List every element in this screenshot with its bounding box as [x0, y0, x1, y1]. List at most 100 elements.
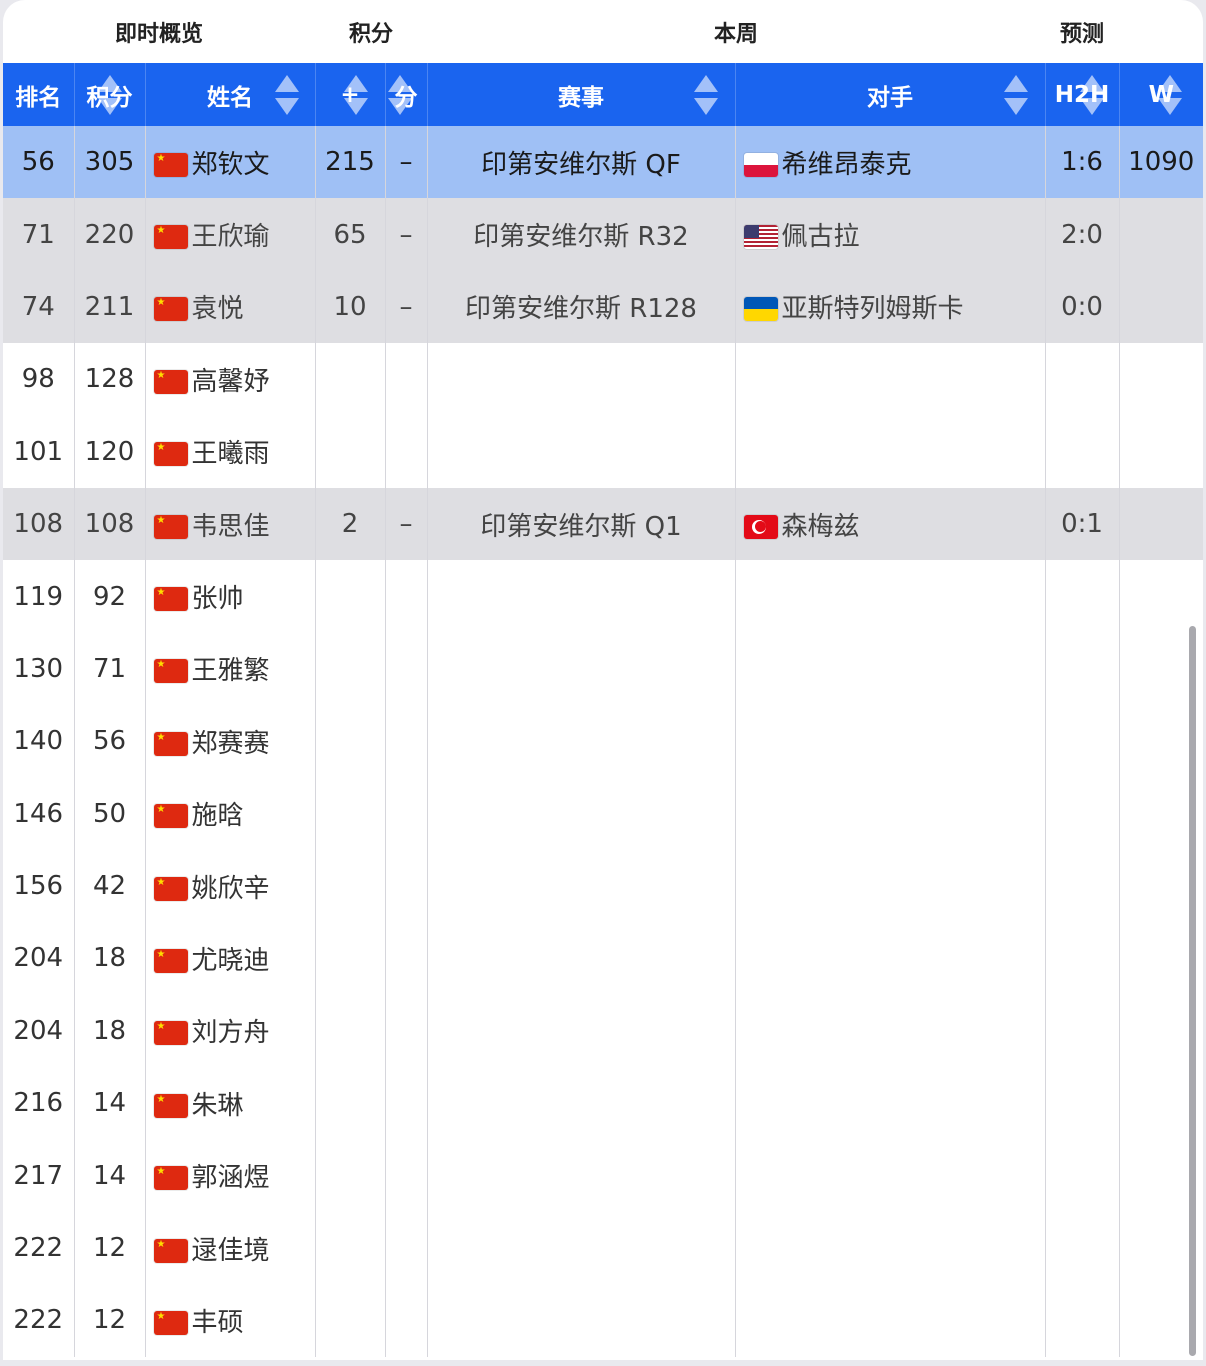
table-row[interactable]: 101 120 王曦雨 [3, 415, 1203, 488]
name-text: 姚欣辛 [191, 873, 270, 904]
cell-h2h [1045, 1211, 1120, 1285]
flag-cn-icon [153, 731, 188, 756]
points-text: 71 [92, 653, 127, 684]
column-label-rank: 排名 [15, 84, 62, 111]
name-text: 朱琳 [191, 1090, 244, 1121]
rank-text: 71 [21, 219, 55, 250]
event-text: 印第安维尔斯 R128 [465, 294, 697, 325]
cell-plus: 2 [315, 487, 386, 561]
name-text: 施晗 [191, 801, 244, 832]
table-row[interactable]: 140 56 郑赛赛 [3, 705, 1203, 778]
table-row[interactable]: 222 12 逯佳境 [3, 1211, 1203, 1285]
ranking-card: 即时概览 积分 本周 预测 排名 积分 姓名 + 分 赛事 对手 H2H W 5… [3, 0, 1203, 1360]
flag-cn-icon [153, 804, 188, 829]
rank-text: 217 [13, 1160, 64, 1191]
name-text: 逯佳境 [191, 1235, 270, 1266]
cell-plus: 65 [315, 198, 386, 271]
column-header-h2h[interactable]: H2H [1045, 63, 1120, 126]
table-row[interactable]: 98 128 高馨妤 [3, 343, 1203, 416]
column-header-fen[interactable]: 分 [385, 63, 428, 126]
cell-h2h [1045, 560, 1120, 633]
table-row[interactable]: 146 50 施晗 [3, 777, 1203, 850]
cell-dash: – [385, 126, 428, 199]
cell-dash [385, 1211, 428, 1285]
table-row[interactable]: 222 12 丰硕 [3, 1284, 1203, 1357]
column-header-rank[interactable]: 排名 [3, 63, 75, 126]
table-row[interactable]: 204 18 刘方舟 [3, 994, 1203, 1068]
cell-event: 印第安维尔斯 R32 [427, 198, 736, 271]
cell-points: 12 [74, 1284, 146, 1357]
cell-dash [385, 849, 428, 923]
table-row[interactable]: 56 305 郑钦文 215– 印第安维尔斯 QF 希维昂泰克 1:6 1090 [3, 126, 1203, 199]
cell-event [427, 1211, 736, 1285]
points-text: 14 [92, 1088, 127, 1119]
cell-name: 王曦雨 [145, 415, 316, 488]
rank-text: 130 [13, 653, 64, 684]
flag-cn-icon [153, 1238, 188, 1263]
cell-plus [315, 343, 386, 416]
table-row[interactable]: 204 18 尤晓迪 [3, 922, 1203, 995]
column-label-points: 积分 [86, 84, 133, 111]
cell-points: 305 [74, 126, 146, 199]
rank-text: 204 [13, 943, 64, 974]
cell-opponent [735, 922, 1046, 995]
cell-opponent [735, 1067, 1046, 1140]
cell-opponent: 亚斯特列姆斯卡 [735, 270, 1046, 344]
table-row[interactable]: 108 108 韦思佳 2 – 印第安维尔斯 Q1 森梅兹 0:1 [3, 487, 1203, 561]
cell-h2h: 1:6 [1045, 126, 1120, 199]
opponent-text: 亚斯特列姆斯卡 [781, 294, 964, 325]
cell-event [427, 1067, 736, 1140]
cell-opponent [735, 560, 1046, 633]
table-row[interactable]: 156 42 姚欣辛 [3, 849, 1203, 923]
cell-plus: 10 [315, 270, 386, 344]
sort-arrows-icon[interactable] [693, 73, 718, 117]
column-header-points[interactable]: 积分 [74, 63, 146, 126]
rank-text: 156 [13, 871, 64, 902]
opponent-text: 佩古拉 [781, 222, 860, 253]
cell-points: 50 [74, 777, 146, 850]
cell-rank: 119 [3, 560, 75, 633]
opponent-text: 希维昂泰克 [781, 149, 912, 180]
cell-h2h [1045, 705, 1120, 778]
name-text: 张帅 [191, 584, 244, 615]
cell-opponent: 佩古拉 [735, 198, 1046, 271]
table-row[interactable]: 216 14 朱琳 [3, 1067, 1203, 1140]
table-row[interactable]: 74 211 袁悦 10 – 印第安维尔斯 R128 亚斯特列姆斯卡 0:0 [3, 270, 1203, 344]
cell-w [1119, 270, 1203, 344]
vertical-scrollbar[interactable] [1189, 626, 1196, 1356]
column-header-name[interactable]: 姓名 [145, 63, 316, 126]
flag-cn-icon [153, 1093, 188, 1118]
opponent-text: 森梅兹 [781, 511, 860, 542]
h2h-text: 2:0 [1061, 219, 1103, 250]
cell-plus [315, 922, 386, 995]
sort-arrows-icon[interactable] [274, 73, 299, 117]
flag-cn-icon [153, 659, 188, 684]
cell-rank: 204 [3, 994, 75, 1068]
column-label-name: 姓名 [207, 84, 253, 111]
cell-points: 56 [74, 705, 146, 778]
cell-name: 尤晓迪 [145, 922, 316, 995]
dash-text: – [399, 509, 413, 540]
cell-h2h [1045, 849, 1120, 923]
cell-plus [315, 632, 386, 706]
column-header-w[interactable]: W [1119, 63, 1203, 126]
table-row[interactable]: 119 92 张帅 [3, 560, 1203, 633]
rank-text: 216 [13, 1088, 64, 1119]
cell-w [1119, 343, 1203, 415]
cell-dash [385, 1067, 428, 1140]
sort-arrows-icon[interactable] [1003, 73, 1028, 117]
table-row[interactable]: 71 220 王欣瑜 65 – 印第安维尔斯 R32 佩古拉 2:0 [3, 198, 1203, 271]
column-header-event[interactable]: 赛事 [427, 63, 736, 126]
column-header-plus[interactable]: + [315, 63, 386, 126]
column-group-header: 即时概览 积分 本周 预测 [3, 0, 1203, 63]
cell-points: 18 [74, 994, 146, 1068]
table-row[interactable]: 217 14 郭涵煜 [3, 1139, 1203, 1212]
name-text: 丰硕 [191, 1307, 244, 1338]
cell-rank: 101 [3, 415, 75, 488]
cell-dash [385, 560, 428, 633]
points-text: 305 [84, 147, 135, 178]
cell-event [427, 1284, 736, 1357]
column-header-opponent[interactable]: 对手 [735, 63, 1046, 126]
table-row[interactable]: 130 71 王雅繁 [3, 632, 1203, 706]
cell-rank: 222 [3, 1211, 75, 1285]
